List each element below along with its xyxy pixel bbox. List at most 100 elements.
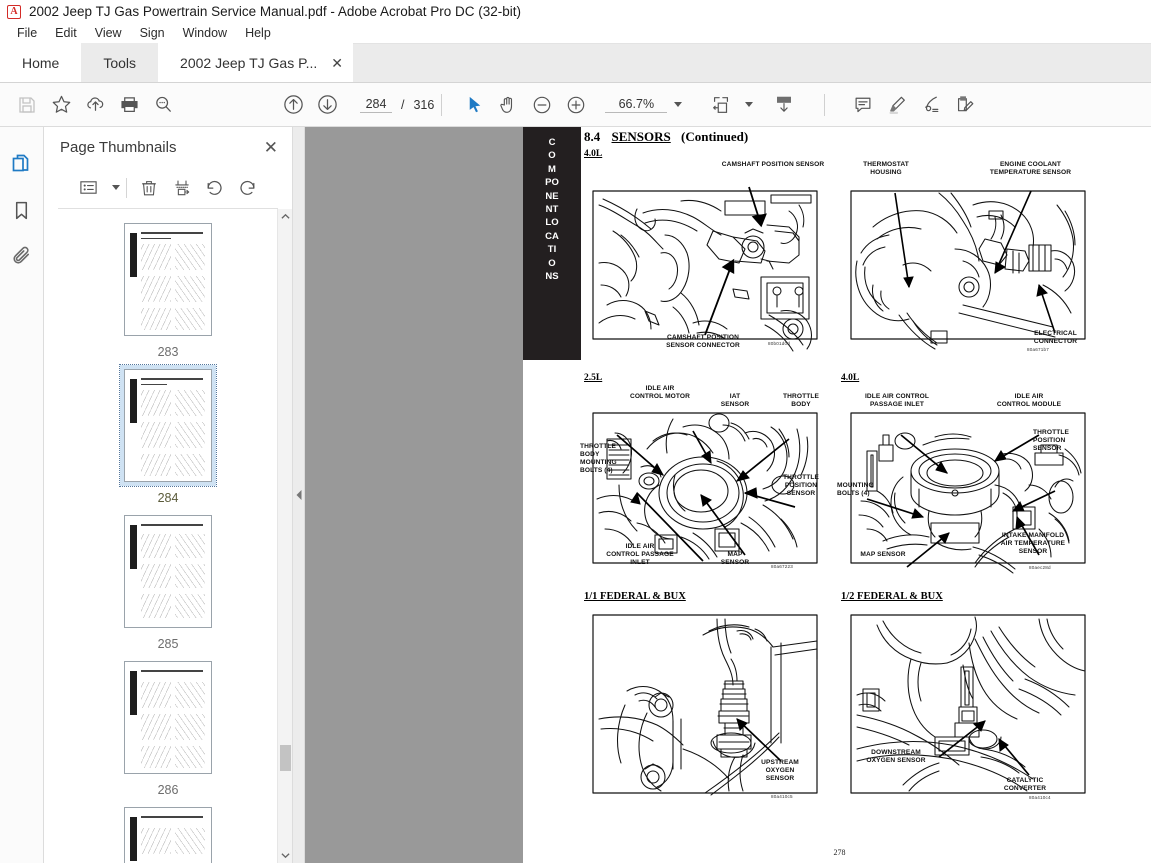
figure-4-label-idle-air-control-passage-inlet: IDLE AIR CONTROL PASSAGE INLET xyxy=(865,393,929,409)
page-number-input[interactable] xyxy=(360,96,392,113)
thumbnail-item[interactable]: 287 xyxy=(66,803,271,863)
panel-collapse-handle[interactable] xyxy=(293,127,305,863)
rail-page-thumbnails-icon[interactable] xyxy=(2,141,42,187)
figure-4-label-intake-manifold-air-temperature-sensor: INTAKE MANIFOLD AIR TEMPERATURE SENSOR xyxy=(1000,532,1066,556)
thumbnail-item[interactable]: 283 xyxy=(66,219,271,359)
comment-icon[interactable] xyxy=(846,90,880,120)
zoom-level[interactable]: 66.7% xyxy=(605,97,668,113)
thumbnail-item[interactable]: 285 xyxy=(66,511,271,651)
scroll-up-icon[interactable] xyxy=(278,209,292,224)
save-icon[interactable] xyxy=(10,90,44,120)
figure-6-label-catalytic-converter: CATALYTIC CONVERTER xyxy=(1003,777,1047,793)
thumbnail-list[interactable]: 283 284 285 286 xyxy=(44,209,292,863)
figure-4-id: 80aec28d xyxy=(1029,565,1051,570)
panel-divider xyxy=(125,177,127,198)
figure-1-label-camshaft-position-sensor-connector: CAMSHAFT POSITION SENSOR CONNECTOR xyxy=(666,334,740,350)
options-dropdown-icon[interactable] xyxy=(111,185,120,190)
delete-pages-icon[interactable] xyxy=(133,173,166,203)
thumbnail-frame[interactable] xyxy=(120,511,216,632)
tab-document[interactable]: 2002 Jeep TJ Gas P... ✕ xyxy=(158,43,354,82)
upload-cloud-icon[interactable] xyxy=(78,90,112,120)
fit-page-icon[interactable] xyxy=(704,90,738,120)
tab-tools-label: Tools xyxy=(103,54,137,71)
panel-title: Page Thumbnails xyxy=(60,138,177,156)
figure-4-label-throttle-position-sensor: THROTTLE POSITION SENSOR xyxy=(1033,429,1069,453)
figure-1-id: 80b01d0d xyxy=(768,341,791,346)
tab-home[interactable]: Home xyxy=(0,43,82,82)
figure-4-label-map-sensor: MAP SENSOR xyxy=(860,551,906,558)
fit-dropdown-icon[interactable] xyxy=(745,102,754,107)
toolbar: / 316 66.7% xyxy=(0,83,1151,127)
thumbnail-item[interactable]: 286 xyxy=(66,657,271,797)
zoom-dropdown-icon[interactable] xyxy=(674,102,683,107)
print-icon[interactable] xyxy=(112,90,146,120)
figure-1-heading: 4.0L xyxy=(584,149,603,159)
menu-view[interactable]: View xyxy=(86,26,131,40)
figure-3-label-throttle-position-sensor: THROTTLE POSITION SENSOR xyxy=(783,474,819,498)
tab-strip: Home Tools 2002 Jeep TJ Gas P... ✕ xyxy=(0,43,1151,83)
title-bar: A 2002 Jeep TJ Gas Powertrain Service Ma… xyxy=(0,0,1151,23)
rotate-ccw-icon[interactable] xyxy=(198,173,231,203)
thumbnail-page-preview xyxy=(124,369,212,482)
thumbnail-frame[interactable] xyxy=(120,657,216,778)
rail-attachments-icon[interactable] xyxy=(2,233,42,279)
tab-home-label: Home xyxy=(22,54,60,71)
page-thumbnails-panel: Page Thumbnails ✕ 283 284 285 286 xyxy=(44,127,293,863)
thumbnail-frame[interactable] xyxy=(120,219,216,340)
thumbnail-scrollbar[interactable] xyxy=(277,209,292,863)
figure-6-heading: 1/2 FEDERAL & BUX xyxy=(841,591,943,602)
figure-3-label-throttle-body: THROTTLE BODY xyxy=(783,393,819,409)
page-separator: / xyxy=(401,97,405,112)
cursor-select-icon[interactable] xyxy=(457,90,491,120)
next-page-icon[interactable] xyxy=(310,90,344,120)
zoom-in-icon[interactable] xyxy=(559,90,593,120)
document-canvas[interactable]: COMPONENT LOCATIONS 8.4 SENSORS (Continu… xyxy=(305,127,1151,863)
figure-5-label-upstream-oxygen-sensor: UPSTREAM OXYGEN SENSOR xyxy=(761,759,799,783)
scrollbar-thumb[interactable] xyxy=(280,745,291,771)
tab-tools[interactable]: Tools xyxy=(81,43,159,82)
pdf-page: COMPONENT LOCATIONS 8.4 SENSORS (Continu… xyxy=(523,127,1151,863)
hand-tool-icon[interactable] xyxy=(491,90,525,120)
figure-6-downstream-oxygen-sensor xyxy=(843,609,1093,805)
menu-help[interactable]: Help xyxy=(236,26,280,40)
search-icon[interactable] xyxy=(146,90,180,120)
window-title: 2002 Jeep TJ Gas Powertrain Service Manu… xyxy=(29,4,521,19)
zoom-out-icon[interactable] xyxy=(525,90,559,120)
thumbnail-frame[interactable] xyxy=(119,364,217,487)
figure-5-id: 80a410c5 xyxy=(771,794,793,799)
menu-sign[interactable]: Sign xyxy=(131,26,174,40)
figure-2-label-engine-coolant-temperature-sensor: ENGINE COOLANT TEMPERATURE SENSOR xyxy=(989,161,1072,177)
figure-6-id: 80a410c4 xyxy=(1029,795,1051,800)
page-navigator: / 316 xyxy=(360,96,435,113)
star-icon[interactable] xyxy=(44,90,78,120)
page-folio-number: 278 xyxy=(833,848,846,857)
close-icon[interactable]: ✕ xyxy=(331,56,343,70)
highlight-icon[interactable] xyxy=(880,90,914,120)
options-list-icon[interactable] xyxy=(72,173,105,203)
panel-close-icon[interactable]: ✕ xyxy=(264,139,278,156)
figure-6-label-downstream-oxygen-sensor: DOWNSTREAM OXYGEN SENSOR xyxy=(866,749,926,765)
section-side-tab: COMPONENT LOCATIONS xyxy=(523,127,581,360)
page-total: 316 xyxy=(413,97,435,112)
rotate-cw-icon[interactable] xyxy=(231,173,264,203)
main-area: Page Thumbnails ✕ 283 284 285 286 COMPON… xyxy=(0,127,1151,863)
menu-file[interactable]: File xyxy=(8,26,46,40)
panel-toolbar xyxy=(58,167,278,209)
rail-bookmarks-icon[interactable] xyxy=(2,187,42,233)
previous-page-icon[interactable] xyxy=(276,90,310,120)
sign-icon[interactable] xyxy=(914,90,948,120)
thumbnail-item-selected[interactable]: 284 xyxy=(66,364,271,505)
thumbnail-label: 285 xyxy=(157,637,179,651)
thumbnail-page-preview xyxy=(124,515,212,628)
thumbnail-frame[interactable] xyxy=(120,803,216,863)
toolbar-divider xyxy=(441,93,443,116)
figure-4-label-idle-air-control-module: IDLE AIR CONTROL MODULE xyxy=(996,393,1062,409)
page-display-icon[interactable] xyxy=(767,90,801,120)
fill-and-sign-icon[interactable] xyxy=(948,90,982,120)
extract-pages-icon[interactable] xyxy=(166,173,199,203)
thumbnail-label: 284 xyxy=(157,491,179,505)
menu-edit[interactable]: Edit xyxy=(46,26,86,40)
page-section-heading: 8.4 SENSORS (Continued) xyxy=(584,129,748,145)
menu-window[interactable]: Window xyxy=(174,26,236,40)
scroll-down-icon[interactable] xyxy=(278,848,293,863)
